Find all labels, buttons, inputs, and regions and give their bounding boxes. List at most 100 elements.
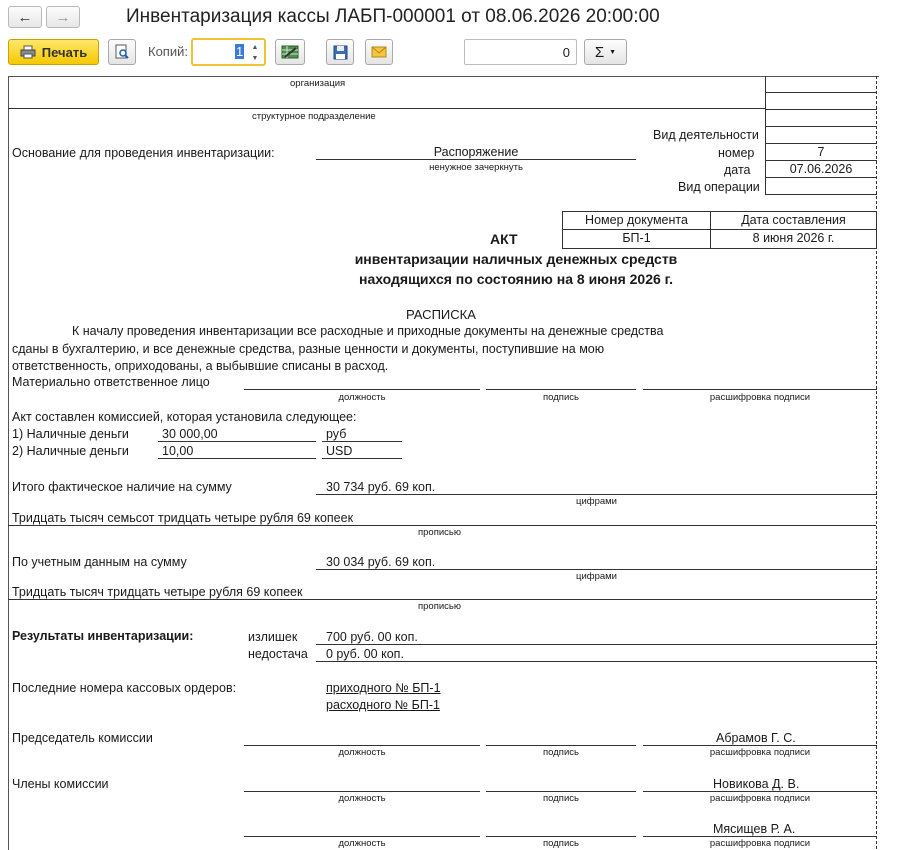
actual-words: Тридцать тысяч семьсот тридцать четыре р… xyxy=(12,511,354,525)
send-email-button[interactable] xyxy=(365,39,393,65)
sigma-icon: Σ xyxy=(594,43,605,61)
member1-signature-line xyxy=(486,791,636,792)
book-words-line xyxy=(8,599,876,600)
surplus-value: 700 руб. 00 коп. xyxy=(326,630,418,644)
date-value: 07.06.2026 xyxy=(789,162,853,176)
chairman-position-line xyxy=(244,745,480,746)
envelope-icon xyxy=(371,46,387,58)
responsible-label: Материально ответственное лицо xyxy=(12,375,210,389)
decoding-caption: расшифровка подписи xyxy=(709,747,811,758)
chevron-down-icon: ▼ xyxy=(609,48,617,56)
surplus-line xyxy=(316,644,877,645)
cash1-currency-line xyxy=(322,441,402,442)
book-value: 30 034 руб. 69 коп. xyxy=(326,555,436,569)
spin-down-icon[interactable]: ▼ xyxy=(247,53,263,64)
receipt-title: РАСПИСКА xyxy=(406,307,476,322)
org-caption: организация xyxy=(290,78,346,89)
member1-decoding-line xyxy=(643,791,877,792)
book-label: По учетным данным на сумму xyxy=(12,555,187,569)
member1-name: Новикова Д. В. xyxy=(713,777,800,791)
number-label: номер xyxy=(718,146,755,160)
sum-field[interactable]: 0 xyxy=(464,39,577,65)
back-button[interactable]: ← xyxy=(8,6,42,28)
cash2-amount-line xyxy=(158,458,316,459)
window-title: Инвентаризация кассы ЛАБП-000001 от 08.0… xyxy=(126,6,660,27)
chairman-decoding-line xyxy=(643,745,877,746)
member2-name: Мясищев Р. А. xyxy=(713,822,796,836)
chairman-label: Председатель комиссии xyxy=(12,731,153,745)
position-caption: должность xyxy=(338,747,386,758)
code-row xyxy=(765,194,877,195)
code-row xyxy=(765,109,877,110)
floppy-disk-icon xyxy=(333,45,347,59)
decoding-caption: расшифровка подписи xyxy=(709,838,811,849)
activity-label: Вид деятельности xyxy=(653,128,759,142)
position-caption: должность xyxy=(338,392,386,403)
copies-label: Копий: xyxy=(148,44,188,59)
code-row xyxy=(765,143,877,144)
receipt-line-2: сданы в бухгалтерию, и все денежные сред… xyxy=(12,342,605,356)
printer-icon xyxy=(20,45,36,59)
arrow-left-icon: ← xyxy=(17,8,33,26)
act-title: АКТ xyxy=(490,231,518,247)
print-button[interactable]: Печать xyxy=(8,39,99,65)
code-row xyxy=(765,160,877,161)
date-label: дата xyxy=(724,163,751,177)
commission-text: Акт составлен комиссией, которая установ… xyxy=(12,410,357,424)
code-row xyxy=(765,126,877,127)
cash2-currency-line xyxy=(322,458,402,459)
basis-value: Распоряжение xyxy=(433,145,519,159)
dept-caption: структурное подразделение xyxy=(252,111,376,122)
forward-button[interactable]: → xyxy=(46,6,80,28)
shortage-value: 0 руб. 00 коп. xyxy=(326,647,404,661)
code-row xyxy=(765,177,877,178)
preview-button[interactable] xyxy=(108,39,136,65)
cash1-label: 1) Наличные деньги xyxy=(12,427,129,441)
act-subtitle-2: находящихся по состоянию на 8 июня 2026 … xyxy=(359,271,673,287)
signature-caption: подпись xyxy=(543,838,579,849)
basis-label: Основание для проведения инвентаризации: xyxy=(12,146,275,160)
results-label: Результаты инвентаризации: xyxy=(12,629,194,643)
book-line xyxy=(316,569,877,570)
shortage-line xyxy=(316,661,877,662)
decoding-caption: расшифровка подписи xyxy=(709,392,811,403)
spin-up-icon[interactable]: ▲ xyxy=(247,42,263,53)
actual-label: Итого фактическое наличие на сумму xyxy=(12,480,232,494)
member2-decoding-line xyxy=(643,836,877,837)
copies-input[interactable]: 1 ▲ ▼ xyxy=(191,38,266,66)
decoding-caption: расшифровка подписи xyxy=(709,793,811,804)
position-caption: должность xyxy=(338,793,386,804)
operation-label: Вид операции xyxy=(678,180,760,194)
incoming-order: приходного № БП-1 xyxy=(326,681,441,695)
digits-caption: цифрами xyxy=(576,571,617,582)
surplus-label: излишек xyxy=(248,630,298,644)
member2-signature-line xyxy=(486,836,636,837)
basis-line xyxy=(316,159,636,160)
actual-line xyxy=(316,494,877,495)
cash1-amount: 30 000,00 xyxy=(162,427,218,441)
digits-caption: цифрами xyxy=(576,496,617,507)
docnum-header: Номер документа xyxy=(562,211,711,230)
act-subtitle-1: инвентаризации наличных денежных средств xyxy=(354,251,678,267)
dept-line xyxy=(8,108,765,109)
receipt-line-3: ответственность, оприходованы, а выбывши… xyxy=(12,359,389,373)
edit-mode-button[interactable] xyxy=(275,39,305,65)
sum-menu-button[interactable]: Σ ▼ xyxy=(584,39,627,65)
signature-caption: подпись xyxy=(543,747,579,758)
book-words: Тридцать тысяч тридцать четыре рубля 69 … xyxy=(12,585,303,599)
save-button[interactable] xyxy=(326,39,354,65)
words-caption: прописью xyxy=(418,601,461,612)
responsible-position-line xyxy=(244,389,480,390)
basis-hint: ненужное зачеркнуть xyxy=(429,162,523,173)
docdate-header: Дата составления xyxy=(710,211,877,230)
copies-value: 1 xyxy=(235,44,245,59)
member1-position-line xyxy=(244,791,480,792)
actual-words-line xyxy=(8,525,876,526)
actual-value: 30 734 руб. 69 коп. xyxy=(326,480,436,494)
shortage-label: недостача xyxy=(248,647,308,661)
signature-caption: подпись xyxy=(543,392,579,403)
arrow-right-icon: → xyxy=(55,8,71,26)
cash2-amount: 10,00 xyxy=(162,444,194,458)
cash2-label: 2) Наличные деньги xyxy=(12,444,129,458)
chairman-signature-line xyxy=(486,745,636,746)
